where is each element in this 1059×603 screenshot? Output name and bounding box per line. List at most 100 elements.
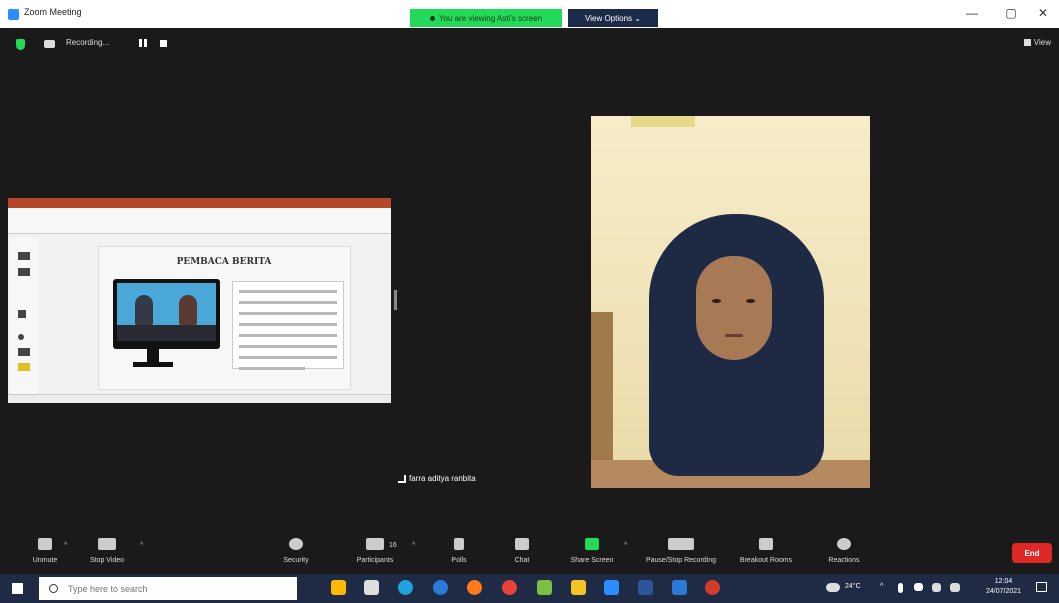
- active-speaker-label: farra aditya ranbita: [398, 474, 476, 483]
- window-title: Zoom Meeting: [24, 7, 82, 17]
- participant-video-tile[interactable]: [591, 116, 870, 488]
- chevron-down-icon: ⌄: [632, 13, 641, 23]
- view-options-button[interactable]: View Options ⌄: [568, 9, 658, 27]
- share-screen-label: Share Screen: [570, 557, 614, 564]
- zoom-taskbar-icon[interactable]: [604, 580, 619, 595]
- security-label: Security: [283, 557, 309, 564]
- polls-label: Polls: [451, 557, 467, 564]
- slide-title: PEMBACA BERITA: [176, 257, 272, 267]
- breakout-rooms-icon: [759, 538, 773, 550]
- powerpoint-titlebar: [8, 198, 391, 208]
- male-anchor-figure: [135, 295, 153, 325]
- reactions-label: Reactions: [828, 557, 860, 564]
- breakout-rooms-label: Breakout Rooms: [739, 557, 793, 564]
- breakout-rooms-button[interactable]: Breakout Rooms: [721, 530, 811, 564]
- reactions-button[interactable]: Reactions: [799, 530, 889, 564]
- recording-label: Recording...: [66, 38, 110, 47]
- split-resize-handle[interactable]: [394, 290, 397, 310]
- share-screen-button[interactable]: ^ Share Screen: [547, 530, 637, 564]
- taskbar-search[interactable]: [39, 577, 297, 600]
- mic-muted-icon: [38, 538, 52, 550]
- chat-icon: [515, 538, 529, 550]
- firefox-icon[interactable]: [467, 580, 482, 595]
- search-input[interactable]: [68, 583, 288, 594]
- notification-icon[interactable]: [1036, 582, 1047, 592]
- zoom-window: Zoom Meeting You are viewing Asti's scre…: [0, 0, 1059, 603]
- stop-recording-icon[interactable]: [160, 40, 167, 47]
- annotation-toolbar: [10, 238, 38, 398]
- text-tool-icon: [18, 268, 30, 276]
- powerpoint-statusbar: [8, 394, 391, 403]
- dot-tool-icon: [18, 334, 24, 340]
- pause-stop-recording-button[interactable]: Pause/Stop Recording: [636, 530, 726, 564]
- edge-browser-icon[interactable]: [398, 580, 413, 595]
- maximize-button[interactable]: ▢: [1001, 6, 1021, 20]
- share-screen-icon: [585, 538, 599, 550]
- pen-tool-icon: [18, 310, 26, 318]
- word-icon[interactable]: [638, 580, 653, 595]
- share-banner-text: You are viewing Asti's screen: [438, 13, 543, 23]
- recording-icon: [44, 40, 55, 48]
- view-label: View: [1033, 38, 1051, 47]
- grid-view-icon: [1023, 39, 1031, 46]
- female-anchor-figure: [179, 295, 197, 325]
- app-red-icon[interactable]: [705, 580, 720, 595]
- weather-cloud-icon[interactable]: [826, 583, 840, 592]
- zoom-logo-icon: [8, 9, 19, 20]
- slide-text-box: [232, 281, 344, 370]
- edge-chromium-icon[interactable]: [433, 580, 448, 595]
- encryption-shield-icon[interactable]: [16, 39, 25, 50]
- security-button[interactable]: Security: [251, 530, 341, 564]
- clock-time: 12:04: [994, 578, 1013, 585]
- signal-icon: [398, 474, 406, 483]
- screen-share-banner: You are viewing Asti's screen: [410, 9, 562, 27]
- participants-button[interactable]: 16 ^ Participants: [330, 530, 420, 564]
- view-button[interactable]: View: [1023, 38, 1051, 47]
- shield-icon: [289, 538, 303, 550]
- chrome-icon[interactable]: [502, 580, 517, 595]
- pause-stop-recording-label: Pause/Stop Recording: [645, 557, 717, 564]
- participant-name: farra aditya ranbita: [409, 474, 476, 483]
- windows-start-icon[interactable]: [12, 583, 23, 594]
- polls-icon: [454, 538, 464, 550]
- pause-recording-icon[interactable]: [139, 39, 147, 47]
- title-bar: Zoom Meeting You are viewing Asti's scre…: [0, 0, 1059, 28]
- speaker-icon[interactable]: [950, 583, 960, 592]
- video-camera-icon: [98, 538, 116, 550]
- shared-screen-tile[interactable]: PEMBACA BERITA: [8, 198, 391, 403]
- highlighter-tool-icon: [18, 363, 30, 371]
- pause-recording-icon: [668, 538, 694, 550]
- sticky-notes-icon[interactable]: [571, 580, 586, 595]
- taskview-icon[interactable]: [364, 580, 379, 595]
- clock-date: 24/07/2021: [986, 588, 1022, 595]
- participant-count: 16: [389, 542, 397, 549]
- end-meeting-button[interactable]: End: [1012, 543, 1052, 563]
- app-icon[interactable]: [537, 580, 552, 595]
- chat-label: Chat: [514, 557, 530, 564]
- reactions-icon: [837, 538, 851, 550]
- temperature: 24°C: [845, 583, 861, 590]
- mic-tray-icon[interactable]: [898, 583, 903, 593]
- taskbar-clock[interactable]: 12:04 24/07/2021: [986, 577, 1021, 597]
- search-icon: [49, 584, 58, 593]
- file-explorer-icon[interactable]: [331, 580, 346, 595]
- participants-icon: [366, 538, 384, 550]
- chevron-up-icon[interactable]: ^: [880, 583, 883, 590]
- stop-video-button[interactable]: ^ Stop Video: [62, 530, 152, 564]
- view-options-label: View Options: [585, 13, 633, 23]
- stop-video-label: Stop Video: [89, 557, 125, 564]
- close-button[interactable]: ✕: [1033, 6, 1053, 20]
- battery-icon[interactable]: [914, 583, 923, 591]
- mail-icon[interactable]: [672, 580, 687, 595]
- unmute-label: Unmute: [32, 557, 58, 564]
- pointer-tool-icon: [18, 252, 30, 260]
- minimize-button[interactable]: —: [962, 6, 982, 20]
- powerpoint-ribbon: [8, 208, 391, 234]
- news-anchor-illustration: [113, 279, 220, 349]
- share-status-icon: [429, 15, 435, 21]
- participants-label: Participants: [356, 557, 394, 564]
- wifi-icon[interactable]: [932, 583, 941, 592]
- chevron-up-icon[interactable]: ^: [140, 542, 143, 549]
- frame-tool-icon: [18, 348, 30, 356]
- chevron-up-icon[interactable]: ^: [624, 542, 627, 549]
